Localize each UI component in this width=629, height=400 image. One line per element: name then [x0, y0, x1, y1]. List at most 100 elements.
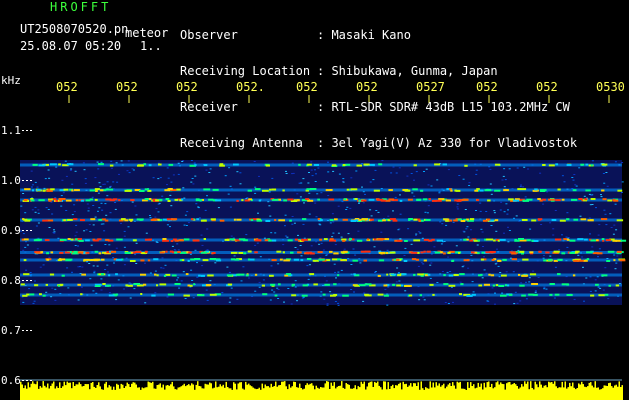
- noise-speckle: [581, 256, 584, 258]
- noise-speckle: [480, 228, 483, 230]
- noise-speckle: [157, 211, 160, 213]
- baseline-bar: [339, 385, 341, 400]
- signal-segment: [140, 259, 145, 262]
- signal-segment: [80, 199, 84, 202]
- baseline-bar: [129, 387, 131, 400]
- noise-speckle: [66, 267, 69, 269]
- noise-speckle: [182, 271, 185, 273]
- baseline-bar: [203, 388, 205, 400]
- noise-speckle: [302, 223, 305, 225]
- noise-speckle: [332, 221, 335, 223]
- noise-speckle: [115, 247, 118, 249]
- signal-segment: [557, 258, 563, 261]
- signal-segment: [548, 198, 555, 201]
- noise-speckle: [306, 265, 309, 267]
- baseline-bar: [600, 389, 602, 400]
- noise-speckle: [34, 206, 37, 208]
- baseline-bar: [192, 384, 194, 400]
- noise-speckle: [51, 213, 54, 215]
- noise-speckle: [35, 225, 38, 227]
- noise-speckle: [22, 233, 25, 235]
- signal-segment: [585, 189, 591, 192]
- baseline-bar: [197, 381, 199, 400]
- noise-speckle: [386, 249, 389, 251]
- noise-speckle: [489, 183, 492, 185]
- signal-segment: [405, 284, 412, 287]
- noise-speckle: [159, 177, 162, 179]
- signal-segment: [554, 293, 560, 296]
- baseline-bar: [515, 384, 517, 400]
- signal-segment: [285, 273, 292, 276]
- noise-speckle: [514, 291, 517, 293]
- baseline-bar: [185, 386, 187, 400]
- baseline-bar: [51, 383, 53, 400]
- signal-segment: [243, 252, 247, 255]
- noise-speckle: [84, 178, 87, 180]
- signal-segment: [247, 250, 252, 253]
- noise-speckle: [590, 195, 593, 197]
- info-values: : Masaki Kano : Shibukawa, Gunma, Japan …: [317, 5, 577, 173]
- noise-speckle: [70, 168, 73, 170]
- baseline-bar: [315, 385, 317, 400]
- signal-segment: [212, 188, 219, 191]
- baseline-bar: [132, 382, 134, 400]
- baseline-bar: [545, 385, 547, 400]
- baseline-bar: [155, 388, 157, 400]
- noise-speckle: [307, 182, 310, 184]
- signal-segment: [329, 250, 333, 253]
- signal-segment: [133, 283, 140, 285]
- baseline-bar: [218, 386, 220, 400]
- signal-segment: [325, 259, 331, 262]
- signal-segment: [458, 251, 461, 254]
- noise-speckle: [71, 214, 74, 216]
- baseline-bar: [614, 385, 616, 400]
- signal-segment: [401, 273, 407, 276]
- noise-speckle: [314, 181, 317, 182]
- signal-segment: [248, 198, 252, 201]
- signal-segment: [156, 284, 159, 287]
- signal-segment: [390, 273, 397, 276]
- noise-speckle: [552, 228, 555, 230]
- baseline-bar: [207, 384, 209, 400]
- noise-speckle: [176, 279, 178, 281]
- noise-speckle: [418, 299, 421, 301]
- baseline-bar: [596, 387, 598, 400]
- noise-speckle: [553, 297, 556, 299]
- baseline-bar: [540, 384, 542, 400]
- baseline-bar: [27, 382, 29, 400]
- noise-speckle: [387, 215, 390, 217]
- baseline-bar: [290, 387, 292, 400]
- signal-segment: [23, 259, 27, 262]
- noise-speckle: [239, 183, 242, 185]
- noise-speckle: [104, 244, 107, 245]
- signal-segment: [557, 188, 561, 191]
- baseline-bar: [105, 381, 107, 400]
- noise-speckle: [494, 292, 496, 294]
- noise-speckle: [28, 288, 31, 290]
- noise-speckle: [110, 167, 113, 169]
- signal-segment: [80, 293, 83, 296]
- signal-segment: [296, 199, 300, 202]
- signal-segment: [459, 293, 462, 296]
- baseline-bar: [446, 386, 448, 400]
- signal-segment: [130, 199, 135, 202]
- noise-speckle: [310, 169, 313, 171]
- signal-segment: [59, 251, 64, 254]
- noise-speckle: [449, 271, 452, 272]
- signal-segment: [493, 239, 496, 242]
- baseline-bar: [200, 386, 202, 400]
- noise-speckle: [445, 224, 448, 226]
- signal-segment: [283, 199, 287, 202]
- noise-speckle: [262, 279, 265, 281]
- noise-speckle: [483, 256, 485, 258]
- noise-speckle: [167, 177, 170, 179]
- signal-segment: [350, 220, 357, 222]
- noise-speckle: [612, 233, 615, 235]
- noise-speckle: [505, 271, 508, 273]
- baseline-bar: [491, 383, 493, 400]
- baseline-bar: [434, 387, 436, 400]
- signal-segment: [590, 198, 596, 200]
- signal-segment: [269, 188, 272, 191]
- signal-segment: [190, 218, 194, 221]
- baseline-bar: [552, 383, 554, 400]
